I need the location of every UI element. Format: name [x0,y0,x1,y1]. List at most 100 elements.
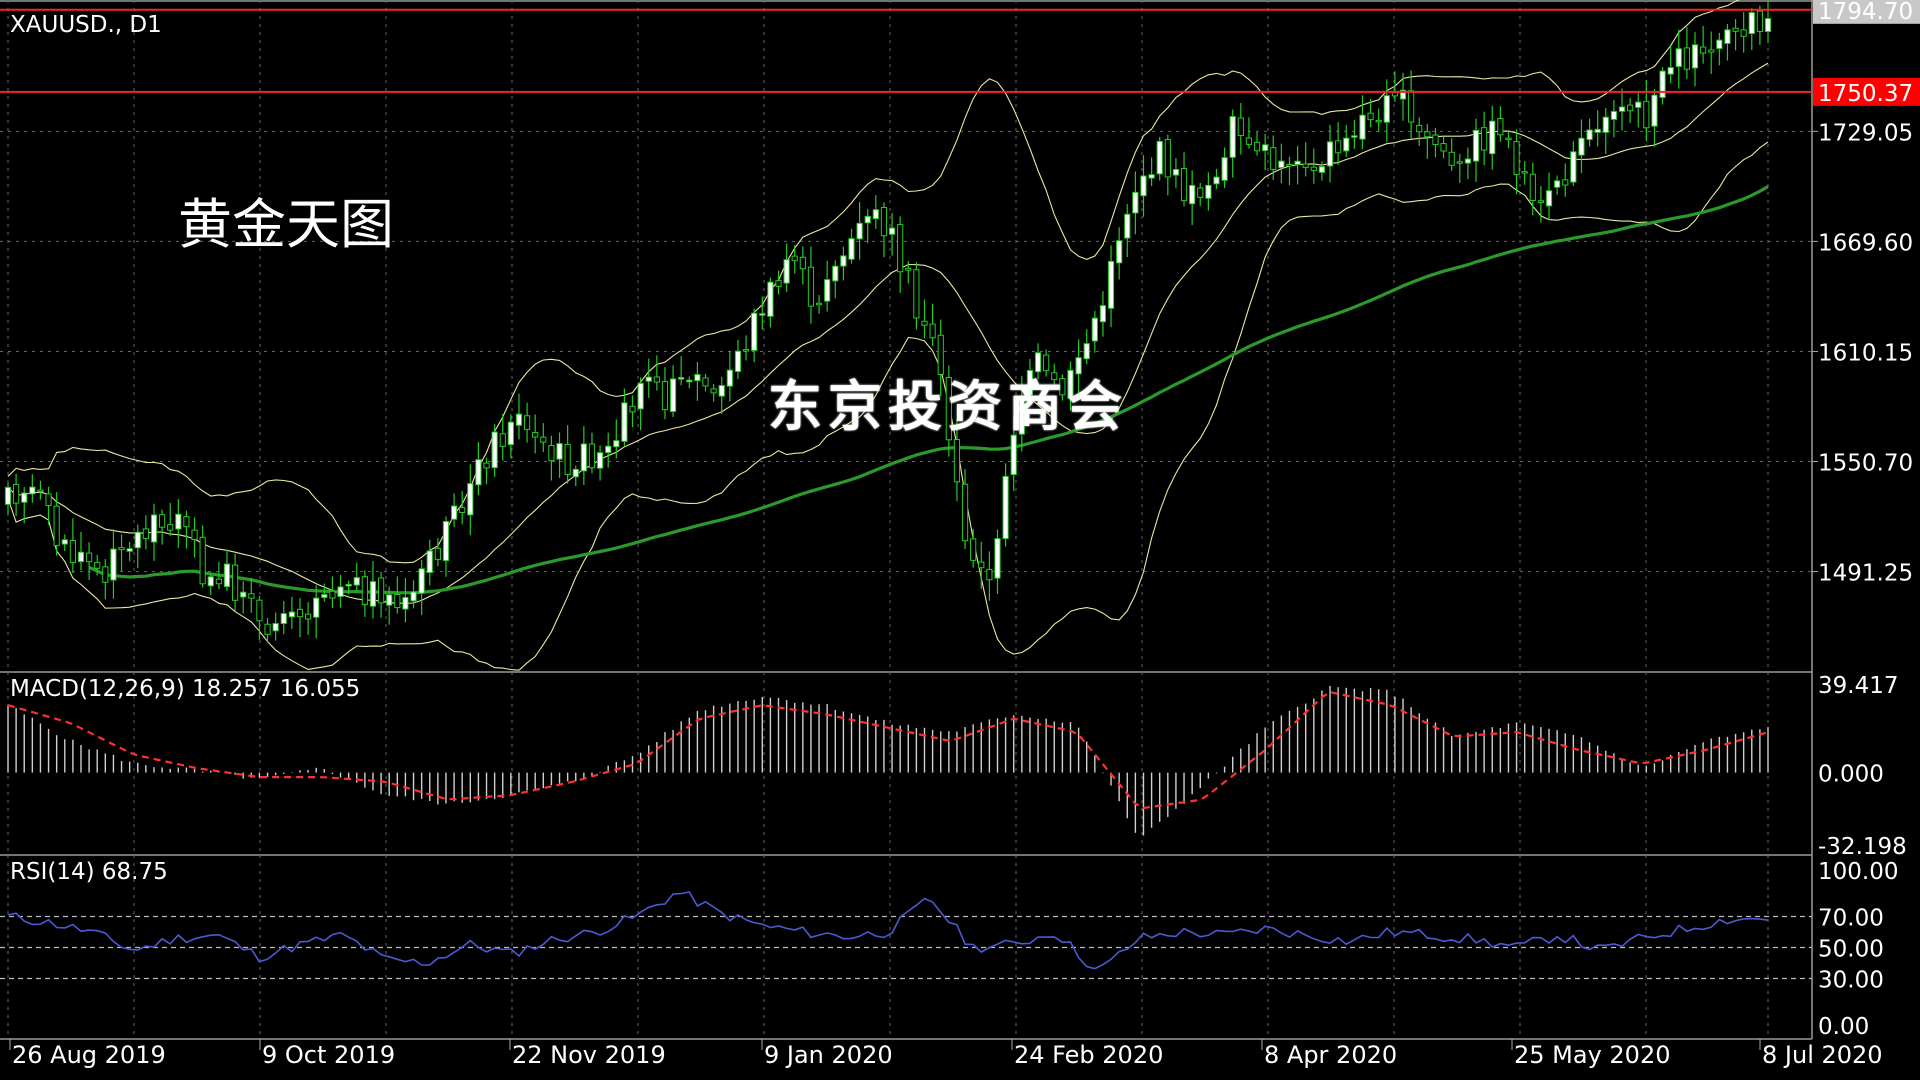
candle [1197,182,1204,206]
candle [1562,163,1569,197]
candle [1578,119,1585,174]
candle [1237,103,1244,155]
macd-axis-label: 39.417 [1818,673,1898,699]
macd-axis-label: 0.000 [1818,762,1884,788]
candle [1424,123,1431,159]
candle [1164,134,1171,196]
candle [540,423,547,453]
rsi-axis-label: 100.00 [1818,859,1898,885]
chart-grid [0,0,1812,1039]
macd-axis-label: -32.198 [1818,834,1907,860]
candle [872,195,879,229]
candle [353,562,360,591]
candle [272,612,279,641]
candle [134,524,141,569]
candle [1764,0,1772,43]
candle [1180,152,1188,207]
symbol-label: XAUUSD., D1 [10,12,162,38]
candle [1505,131,1512,149]
rsi-axis-label: 50.00 [1818,937,1884,963]
candle [410,580,417,609]
candle [621,388,628,446]
candle [710,384,717,402]
candle [329,576,336,609]
candle [86,542,93,580]
candle [159,509,166,545]
candle [126,541,133,562]
candle [783,243,790,292]
candle [807,246,815,324]
candle [564,425,571,484]
candle [832,260,839,299]
candle [491,424,498,477]
candle [815,294,823,314]
price-level-lines[interactable]: 1794.70 1750.37 [0,0,1920,107]
candle [1189,170,1196,226]
price-tick-label: 1550.70 [1818,451,1913,477]
candle [1529,162,1536,216]
candle [1651,88,1658,147]
candle [1700,25,1707,64]
candle [69,518,76,574]
candle [970,528,977,568]
candle [994,529,1001,594]
candle [296,598,304,638]
date-label: 22 Nov 2019 [512,1041,666,1069]
candle [1262,134,1269,171]
price-chart[interactable]: 1794.70 1750.37 1729.05 1669.60 1610.15 1550… [0,0,1920,1080]
candle [150,503,158,561]
candle [1091,310,1098,353]
price-axis: 1729.05 1669.60 1610.15 1550.70 1491.25 [1812,120,1913,587]
candle [864,209,871,244]
candle [1748,8,1755,51]
candle [1481,111,1488,166]
candle [1326,124,1334,183]
candle [442,516,450,577]
candle [77,531,85,571]
candle [653,355,660,391]
rsi-axis-label: 70.00 [1818,906,1884,932]
candle [1627,98,1634,123]
rsi-panel: 100.00 70.00 50.00 30.00 0.00 [0,859,1898,1040]
candle [637,377,644,431]
candle [1375,108,1382,132]
candle [426,539,433,586]
candle [1635,90,1642,128]
candle [897,216,904,294]
rsi-axis-label: 0.00 [1818,1014,1869,1040]
candle [515,393,523,440]
candle [1554,175,1561,195]
candle [175,499,182,548]
date-label: 8 Jul 2020 [1762,1041,1883,1069]
candle [507,414,514,459]
candle [1083,329,1090,365]
candle [880,202,888,258]
candle [304,602,312,635]
candle [1732,19,1739,51]
candle [240,581,247,614]
candle [1132,171,1139,235]
candle [742,335,750,361]
candle [1310,148,1317,184]
date-label: 9 Jan 2020 [764,1041,893,1069]
candle [1456,153,1463,183]
candle [1383,79,1390,143]
candle [596,445,604,481]
candle [1213,168,1220,189]
candle [702,373,709,392]
candle [824,260,831,312]
bollinger-bands [7,0,1769,671]
candle [1245,117,1253,149]
candle [734,339,742,379]
candle [1545,172,1553,220]
candle [29,474,36,503]
candle [1229,109,1236,178]
candle [1683,27,1690,79]
date-label: 8 Apr 2020 [1264,1041,1397,1069]
candle [450,493,458,528]
candle [694,361,701,401]
candle [377,571,385,618]
candle [1335,122,1342,165]
date-label: 24 Feb 2020 [1014,1041,1163,1069]
candle [1205,172,1212,211]
